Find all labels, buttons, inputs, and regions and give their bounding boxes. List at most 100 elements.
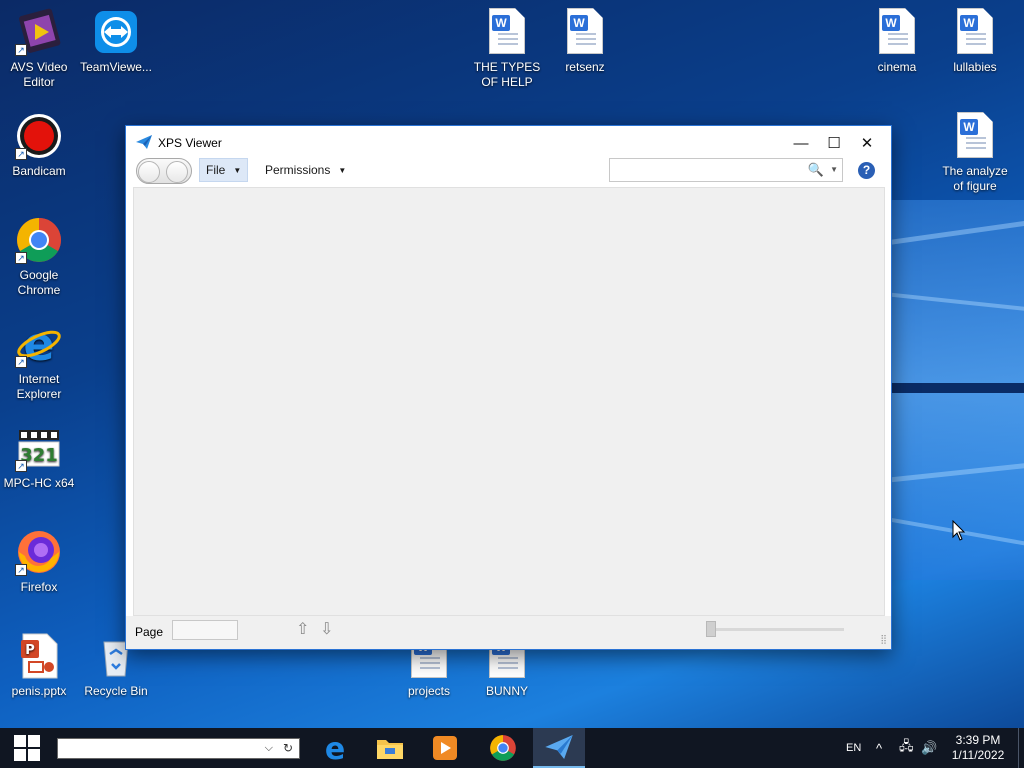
desktop-icon-label: Bandicam [12,164,66,178]
zoom-slider-track[interactable] [712,628,844,631]
page-label: Page [135,625,164,639]
taskbar-xps-viewer-button[interactable] [533,728,585,768]
word-document-icon: W [567,8,603,54]
window-title: XPS Viewer [158,136,222,150]
desktop-icon-bandicam[interactable]: ↗ Bandicam [0,112,78,179]
desktop-icon-internet-explorer[interactable]: e ↗ Internet Explorer [0,317,78,402]
desktop-icon-label: cinema [877,60,917,74]
zoom-slider-thumb[interactable] [706,621,716,637]
media-player-icon [433,736,457,760]
desktop-icon-google-chrome[interactable]: ↗ Google Chrome [0,216,78,298]
desktop-icon-label: THE TYPES OF HELP [473,60,541,89]
folder-icon [377,740,403,759]
network-icon[interactable]: 🖧 [899,728,914,768]
desktop-icon-cinema[interactable]: W cinema [858,8,936,75]
chevron-down-icon[interactable]: ⌵ [265,742,273,755]
desktop-icon-label: BUNNY [485,684,528,698]
taskbar-file-explorer-button[interactable] [366,728,414,768]
desktop-icon-label: The analyze of figure [942,164,1008,193]
desktop-icon-the-types-of-help[interactable]: W THE TYPES OF HELP [468,8,546,90]
taskbar-search-box[interactable]: ⌵ ↻ [57,738,300,759]
chrome-icon: ↗ [15,216,63,264]
desktop-icon-penis-pptx[interactable]: P penis.pptx [0,632,78,699]
svg-text:P: P [25,643,35,658]
start-button[interactable] [0,728,54,768]
toolbar: File ▼ Permissions ▼ 🔍 ▼ ? [126,156,891,186]
back-button[interactable] [138,161,160,183]
language-indicator[interactable]: EN [846,728,861,768]
desktop-icon-label: MPC-HC x64 [3,476,75,490]
desktop-icon-avs-video-editor[interactable]: ↗ AVS Video Editor [0,8,78,90]
xps-viewer-window: XPS Viewer — ☐ ✕ File ▼ Permissions ▼ 🔍 … [125,125,892,650]
internet-explorer-icon: e ↗ [15,317,63,371]
chevron-down-icon: ▼ [233,165,242,175]
shortcut-arrow-icon: ↗ [15,564,27,576]
file-menu-label: File [206,163,226,177]
navigation-buttons [136,158,192,184]
search-input[interactable]: 🔍 ▼ [609,158,843,182]
word-document-icon: W [957,8,993,54]
help-icon[interactable]: ? [858,162,875,179]
desktop-icon-label: Internet Explorer [16,372,62,401]
clock-date: 1/11/2022 [951,748,1005,762]
page-number-input[interactable] [172,620,238,640]
forward-button[interactable] [166,161,188,183]
previous-page-icon[interactable]: ⇧ [296,619,309,639]
shortcut-arrow-icon: ↗ [15,460,27,472]
shortcut-arrow-icon: ↗ [15,44,27,56]
search-icon[interactable]: 🔍 [808,162,824,178]
minimize-button[interactable]: — [784,126,818,160]
shortcut-arrow-icon: ↗ [15,252,27,264]
permissions-menu[interactable]: Permissions ▼ [259,158,352,182]
powerpoint-file-icon: P [15,632,63,680]
desktop-icon-mpc-hc[interactable]: 321 ↗ MPC-HC x64 [0,424,78,491]
maximize-button[interactable]: ☐ [817,126,851,160]
resize-grip-icon[interactable]: ⣿ [880,634,887,645]
avs-video-editor-icon: ↗ [15,8,63,56]
close-button[interactable]: ✕ [850,126,884,160]
desktop-icon-label: penis.pptx [11,684,67,698]
xps-viewer-icon [545,735,573,759]
desktop-icon-the-analyze-of-figure[interactable]: W The analyze of figure [936,112,1014,194]
desktop-icon-firefox[interactable]: ↗ Firefox [0,528,78,595]
windows-logo-icon [14,735,40,761]
clock-time: 3:39 PM [955,733,1001,747]
taskbar: ⌵ ↻ e EN ^ 🖧 🔊 3:39 PM 1/11/2022 [0,728,1024,768]
shortcut-arrow-icon: ↗ [15,356,27,368]
xps-viewer-app-icon [136,134,152,152]
refresh-icon[interactable]: ↻ [283,741,293,755]
desktop-icon-label: Google Chrome [17,268,61,297]
show-hidden-icons-button[interactable]: ^ [876,728,882,768]
desktop-icon-label: retsenz [565,60,605,74]
permissions-menu-label: Permissions [265,163,331,177]
desktop-icon-label: Recycle Bin [84,684,148,698]
word-document-icon: W [957,112,993,158]
desktop-icon-label: TeamViewe... [80,60,152,74]
word-document-icon: W [879,8,915,54]
wallpaper-band [890,383,1024,393]
bandicam-icon: ↗ [15,112,63,160]
next-page-icon[interactable]: ⇩ [320,619,333,639]
taskbar-chrome-button[interactable] [479,728,527,768]
taskbar-edge-button[interactable]: e [311,728,359,768]
chrome-icon [490,735,516,761]
desktop-icon-lullabies[interactable]: W lullabies [936,8,1014,75]
taskbar-media-player-button[interactable] [421,728,469,768]
svg-text:e: e [325,734,345,762]
desktop-icon-label: lullabies [953,60,997,74]
desktop-icon-label: AVS Video Editor [10,60,68,89]
svg-text:e: e [23,320,54,368]
desktop-icon-label: Firefox [20,580,58,594]
show-desktop-button[interactable] [1018,728,1024,768]
search-options-dropdown[interactable]: ▼ [830,165,838,174]
word-document-icon: W [489,8,525,54]
document-view-area[interactable] [133,187,885,616]
volume-icon[interactable]: 🔊 [921,728,937,768]
mpc-hc-icon: 321 ↗ [15,424,63,472]
file-menu[interactable]: File ▼ [199,158,249,182]
desktop-icon-retsenz[interactable]: W retsenz [546,8,624,75]
taskbar-clock[interactable]: 3:39 PM 1/11/2022 [940,733,1016,763]
desktop-icon-teamviewer[interactable]: TeamViewe... [77,8,155,75]
teamviewer-icon [92,8,140,56]
window-titlebar[interactable]: XPS Viewer [126,126,891,160]
